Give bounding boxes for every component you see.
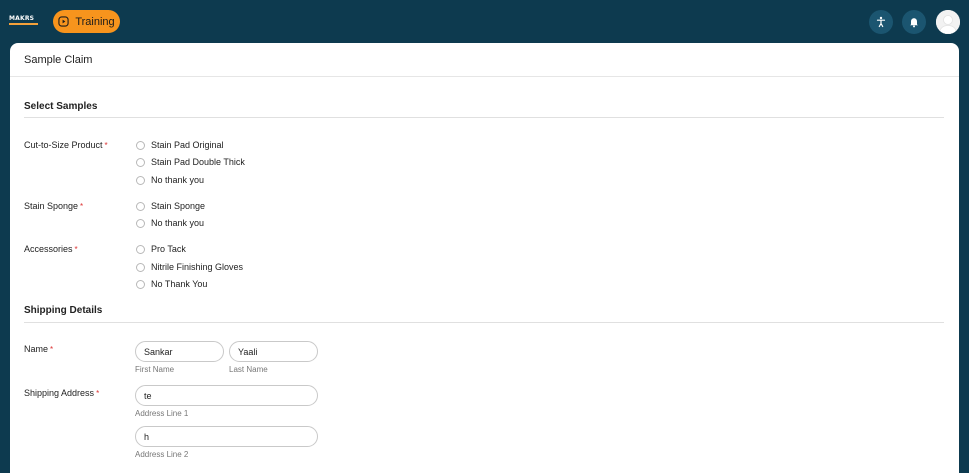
stain-sponge-label: Stain Sponge * <box>24 201 83 211</box>
radio-circle[interactable] <box>136 262 145 272</box>
section-divider <box>24 117 944 118</box>
name-label-text: Name <box>24 344 49 354</box>
radio-label: No Thank You <box>151 279 208 289</box>
radio-stain-sponge[interactable]: Stain Sponge <box>136 201 205 211</box>
last-name-input[interactable] <box>229 341 318 362</box>
radio-label: Stain Pad Double Thick <box>151 157 245 167</box>
cut-to-size-label-text: Cut-to-Size Product <box>24 140 103 150</box>
select-samples-title: Select Samples <box>24 101 98 112</box>
accessories-label-text: Accessories <box>24 244 73 254</box>
address-line-1-hint: Address Line 1 <box>135 409 189 418</box>
accessories-label: Accessories * <box>24 244 78 254</box>
radio-circle[interactable] <box>136 157 145 167</box>
first-name-hint: First Name <box>135 365 175 374</box>
radio-stain-pad-double-thick[interactable]: Stain Pad Double Thick <box>136 157 245 167</box>
cut-to-size-label: Cut-to-Size Product * <box>24 140 108 150</box>
radio-circle[interactable] <box>136 244 145 254</box>
shipping-address-label-text: Shipping Address <box>24 388 95 398</box>
required-mark: * <box>74 245 78 254</box>
sample-claim-card: Sample Claim Select Samples Cut-to-Size … <box>10 43 959 473</box>
address-line-1-input[interactable] <box>135 385 318 406</box>
logo-text: MAKRS <box>9 15 35 22</box>
page-title: Sample Claim <box>24 53 93 66</box>
logo-underline <box>9 23 38 25</box>
radio-nitrile-gloves[interactable]: Nitrile Finishing Gloves <box>136 262 243 272</box>
notifications-button[interactable] <box>902 10 926 34</box>
shipping-address-label: Shipping Address * <box>24 388 99 398</box>
training-label: Training <box>75 15 115 28</box>
accessibility-icon <box>876 16 886 28</box>
address-line-2-input[interactable] <box>135 426 318 447</box>
required-mark: * <box>104 141 108 150</box>
shipping-details-title: Shipping Details <box>24 305 103 316</box>
radio-circle[interactable] <box>136 140 145 150</box>
name-label: Name * <box>24 344 53 354</box>
bell-icon <box>910 18 918 28</box>
required-mark: * <box>80 202 84 211</box>
radio-circle[interactable] <box>136 175 145 185</box>
required-mark: * <box>96 389 100 398</box>
accessibility-button[interactable] <box>869 10 893 34</box>
top-bar: MAKRS Training <box>0 0 969 43</box>
address-line-2-hint: Address Line 2 <box>135 450 189 459</box>
training-button[interactable]: Training <box>53 10 120 33</box>
last-name-hint: Last Name <box>229 365 268 374</box>
section-divider <box>24 322 944 323</box>
radio-circle[interactable] <box>136 201 145 211</box>
first-name-input[interactable] <box>135 341 224 362</box>
radio-label: Stain Pad Original <box>151 140 224 150</box>
user-avatar-icon <box>936 10 960 34</box>
radio-label: Pro Tack <box>151 244 186 254</box>
stain-sponge-label-text: Stain Sponge <box>24 201 79 211</box>
play-circle-icon <box>58 16 69 27</box>
radio-stain-pad-original[interactable]: Stain Pad Original <box>136 140 224 150</box>
radio-label: Nitrile Finishing Gloves <box>151 262 244 272</box>
card-header: Sample Claim <box>10 43 959 77</box>
radio-label: No thank you <box>151 175 205 185</box>
radio-circle[interactable] <box>136 218 145 228</box>
makrs-logo[interactable]: MAKRS <box>9 15 39 26</box>
required-mark: * <box>50 345 54 354</box>
radio-sponge-no-thank-you[interactable]: No thank you <box>136 218 204 228</box>
radio-circle[interactable] <box>136 279 145 289</box>
radio-label: Stain Sponge <box>151 201 206 211</box>
radio-pro-tack[interactable]: Pro Tack <box>136 244 186 254</box>
radio-label: No thank you <box>151 218 205 228</box>
radio-cut-no-thank-you[interactable]: No thank you <box>136 175 204 185</box>
user-avatar[interactable] <box>936 10 960 34</box>
radio-accessories-no-thank-you[interactable]: No Thank You <box>136 279 207 289</box>
